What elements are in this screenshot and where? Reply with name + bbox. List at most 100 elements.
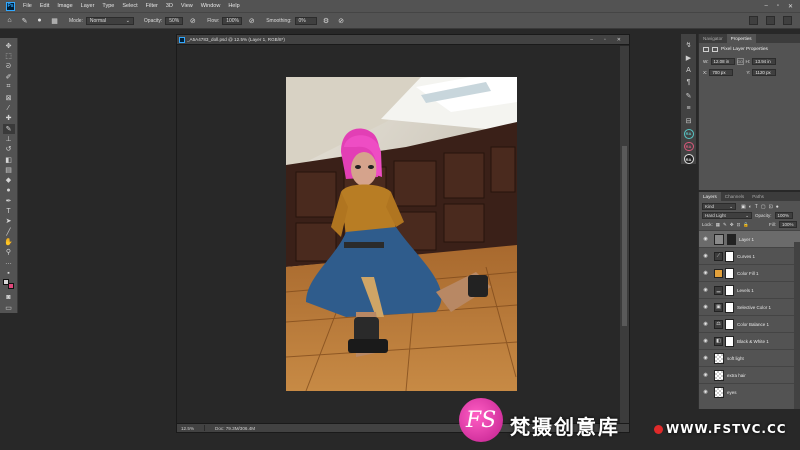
move-tool-icon[interactable]: ✥ [3,41,15,51]
layer-name[interactable]: extra hair [727,373,746,378]
frame-tool-icon[interactable]: ⊠ [3,93,15,103]
layer-mask-thumbnail[interactable] [727,233,736,245]
hand-tool-icon[interactable]: ✋ [3,237,15,247]
default-colors-icon[interactable]: ▪ [3,268,15,278]
brush-tool-icon[interactable]: ✎ [2,123,15,134]
filter-smart-icon[interactable]: ⊡ [769,204,773,210]
type-tool-icon[interactable]: T [3,206,15,216]
layer-row[interactable]: ◉ ◧ Black & White 1 [699,332,800,349]
tab-navigator[interactable]: Navigator [699,34,727,43]
flow-input[interactable]: 100% [222,16,243,25]
eyedropper-tool-icon[interactable]: ⁄ [3,103,15,113]
layer-name[interactable]: Color Balance 1 [737,322,769,327]
clone-stamp-tool-icon[interactable]: ⊥ [3,134,15,144]
plugin-badge-icon[interactable]: RA [683,128,694,139]
y-field[interactable]: 1120 px [752,69,777,76]
lock-move-icon[interactable]: ✥ [730,222,734,228]
workspace-icon[interactable] [766,16,775,25]
share-icon[interactable] [783,16,792,25]
menu-file[interactable]: File [19,3,36,9]
path-select-tool-icon[interactable]: ➤ [3,216,15,226]
kind-filter-select[interactable]: Kind ⌄ [702,203,736,210]
menu-layer[interactable]: Layer [77,3,99,9]
plugin-badge-icon[interactable]: RA [683,141,694,152]
lasso-tool-icon[interactable]: ᘐ [3,62,15,72]
lock-transparent-icon[interactable]: ▦ [716,222,720,228]
lock-brush-icon[interactable]: ✎ [723,222,727,228]
menu-select[interactable]: Select [118,3,141,9]
layer-mask-thumbnail[interactable] [725,267,734,279]
mode-select[interactable]: Normal ⌄ [85,16,134,25]
filter-pixel-icon[interactable]: ▣ [741,204,746,210]
doc-maximize-icon[interactable]: ▫ [604,37,606,43]
visibility-eye-icon[interactable]: ◉ [701,287,710,293]
pen-tool-icon[interactable]: ✒ [3,196,15,206]
mask-icon[interactable] [712,47,718,52]
doc-close-icon[interactable]: ✕ [617,37,621,43]
menu-view[interactable]: View [177,3,197,9]
marquee-tool-icon[interactable]: ⬚ [3,51,15,61]
filter-toggle-icon[interactable]: ● [776,204,779,210]
layer-name[interactable]: Levels 1 [737,288,754,293]
layer-mask-thumbnail[interactable] [725,318,734,330]
libraries-icon[interactable]: ⊟ [684,116,694,126]
menu-window[interactable]: Window [197,3,225,9]
filter-type-icon[interactable]: T [755,204,758,210]
layer-mask-thumbnail[interactable] [725,284,734,296]
healing-brush-tool-icon[interactable]: ✚ [3,113,15,123]
search-icon[interactable] [749,16,758,25]
layer-row[interactable]: ◉ Layer 1 [699,230,800,247]
dodge-tool-icon[interactable]: ● [3,185,15,195]
filter-shape-icon[interactable]: ▢ [761,204,766,210]
menu-image[interactable]: Image [53,3,76,9]
zoom-level[interactable]: 12.5% [181,426,194,431]
layer-mask-thumbnail[interactable] [725,250,734,262]
airbrush-icon[interactable]: ⊘ [246,15,257,26]
character-icon[interactable]: A [684,65,694,75]
crop-tool-icon[interactable]: ⌗ [3,82,15,92]
brush-preset-icon[interactable]: ● [34,15,45,26]
actions-icon[interactable]: ▶ [684,53,694,63]
layer-opacity-input[interactable]: 100% [774,212,793,219]
history-brush-tool-icon[interactable]: ↺ [3,144,15,154]
brush-settings-icon[interactable]: ▦ [49,15,60,26]
visibility-eye-icon[interactable]: ◉ [701,270,710,276]
tab-paths[interactable]: Paths [748,192,768,201]
layer-name[interactable]: eyes [727,390,737,395]
layer-row[interactable]: ◉ ⟋ Curves 1 [699,247,800,264]
home-icon[interactable]: ⌂ [4,15,15,26]
zoom-tool-icon[interactable]: ⚲ [3,247,15,257]
canvas-image[interactable] [286,77,517,391]
layer-name[interactable]: Black & White 1 [737,339,769,344]
gear-icon[interactable]: ⚙ [321,15,332,26]
width-field[interactable]: 12.08 in [710,58,735,65]
layer-name[interactable]: Layer 1 [739,237,754,242]
pressure-size-icon[interactable]: ⊘ [336,15,347,26]
link-icon[interactable]: GO [736,58,744,65]
lock-artboard-icon[interactable]: ⊡ [737,222,741,228]
height-field[interactable]: 13.94 in [752,58,777,65]
screen-mode-icon[interactable]: ▭ [3,303,15,313]
shape-tool-icon[interactable]: ╱ [3,227,15,237]
layer-row[interactable]: ◉ Color Fill 1 [699,264,800,281]
menu-help[interactable]: Help [224,3,243,9]
brush-tool-icon[interactable]: ✎ [19,15,30,26]
menu-type[interactable]: Type [98,3,118,9]
opacity-input[interactable]: 50% [165,16,184,25]
color-swatches[interactable] [3,279,14,290]
smoothing-input[interactable]: 0% [294,16,317,25]
layer-row[interactable]: ◉ ▣ Selective Color 1 [699,298,800,315]
tab-properties[interactable]: Properties [726,34,756,43]
paragraph-icon[interactable]: ¶ [684,78,694,88]
blend-mode-select[interactable]: Hard Light ⌄ [702,212,752,219]
history-icon[interactable]: ↯ [684,40,694,50]
plugin-badge-icon[interactable]: RA [683,154,694,165]
x-field[interactable]: 700 px [709,69,734,76]
minimize-icon[interactable]: – [764,3,767,10]
background-color-swatch[interactable] [8,283,14,290]
layer-mask-thumbnail[interactable] [725,301,734,313]
visibility-eye-icon[interactable]: ◉ [701,372,710,378]
adjustments-icon[interactable]: ≡ [684,103,694,113]
layer-name[interactable]: soft light [727,356,744,361]
vertical-scrollbar[interactable] [620,46,629,424]
